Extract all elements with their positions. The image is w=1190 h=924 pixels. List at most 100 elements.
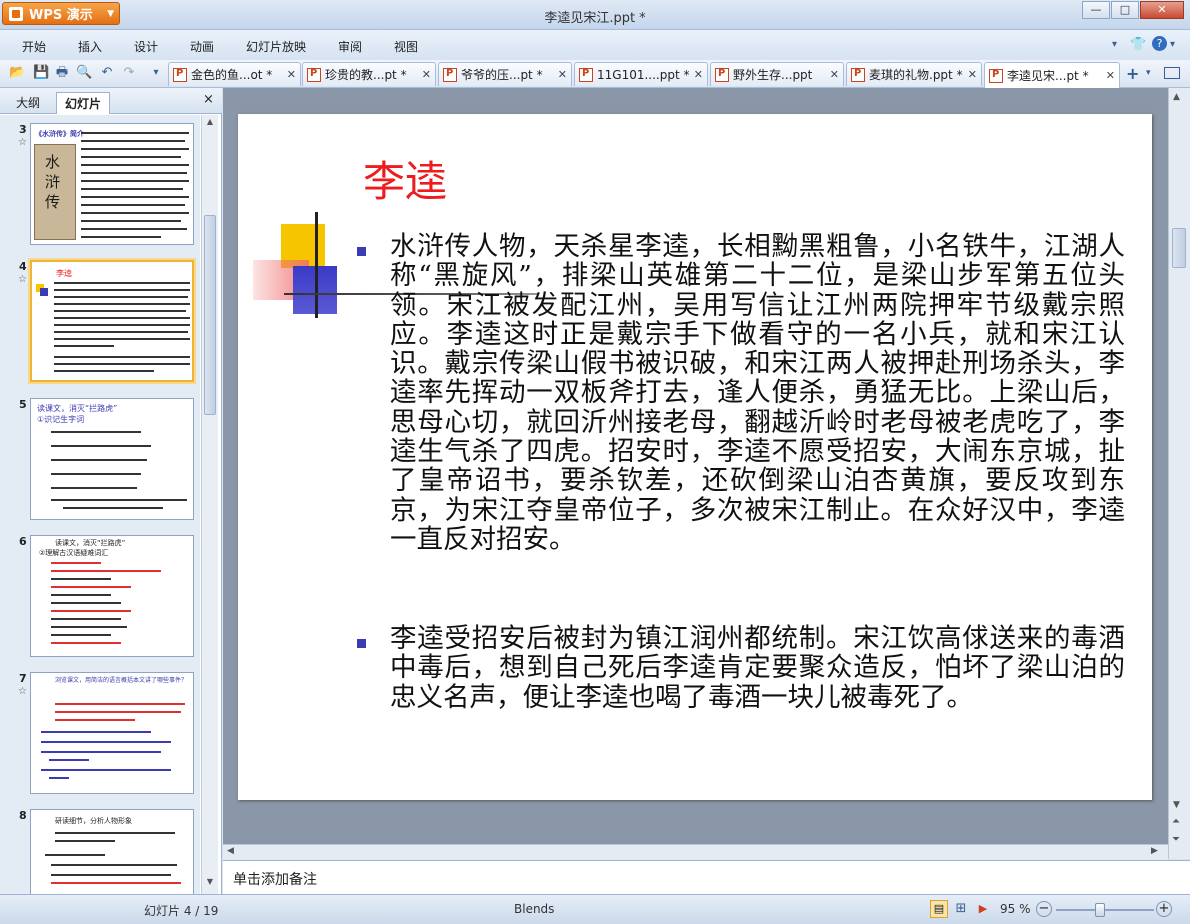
zoom-slider[interactable] [1056, 909, 1154, 911]
document-tab[interactable]: 麦琪的礼物.ppt * ✕ [846, 62, 982, 86]
close-icon[interactable]: ✕ [422, 68, 431, 81]
slideshow-icon[interactable]: ▶ [974, 900, 992, 918]
thumbnail-number: 5 [19, 398, 27, 411]
slide-thumbnail[interactable]: 浏览课文，用简洁的语言概括本文讲了哪些事件？ [30, 672, 194, 794]
document-tab[interactable]: 爷爷的压...pt * ✕ [438, 62, 572, 86]
slide-body-paragraph[interactable]: 李逵受招安后被封为镇江润州都统制。宋江饮高俅送来的毒酒中毒后，想到自己死后李逵肯… [390, 624, 1125, 712]
undo-icon[interactable]: ↶ [99, 65, 115, 81]
skin-icon[interactable]: 👕 [1130, 37, 1146, 52]
ribbon-collapse-icon[interactable]: ▾ [1112, 39, 1117, 50]
book-cover-text: 水浒传 [45, 153, 61, 211]
close-icon[interactable]: ✕ [287, 68, 296, 81]
slide-title[interactable]: 李逵 [363, 148, 447, 209]
window-layout-icon[interactable] [1164, 67, 1180, 79]
save-icon[interactable]: 💾 [33, 65, 49, 81]
tab-outline[interactable]: 大纲 [8, 92, 48, 114]
scrollbar-thumb[interactable] [1172, 228, 1186, 268]
scroll-up-icon[interactable]: ▲ [204, 117, 216, 129]
animation-star-icon: ☆ [18, 274, 27, 285]
theme-name: Blends [514, 902, 555, 916]
menu-animation[interactable]: 动画 [190, 38, 214, 55]
zoom-in-icon[interactable]: + [1156, 901, 1172, 917]
thumbnail-title: 研读细节，分析人物形象 [55, 817, 132, 825]
close-window-button[interactable]: ✕ [1140, 1, 1184, 19]
close-pane-icon[interactable]: × [203, 92, 214, 107]
scroll-right-icon[interactable]: ▶ [1151, 846, 1158, 856]
thumbnail-title: 读课文，消灭“拦路虎” [37, 404, 118, 413]
print-icon[interactable]: 🖶 [54, 65, 70, 81]
new-tab-icon[interactable]: + [1126, 64, 1139, 83]
thumbnail-number: 7 [19, 672, 27, 685]
document-tab[interactable]: 珍贵的教...pt * ✕ [302, 62, 436, 86]
next-slide-icon[interactable]: ⏷ [1172, 834, 1180, 845]
help-dropdown-icon[interactable]: ▾ [1170, 39, 1175, 50]
menu-home[interactable]: 开始 [22, 38, 46, 55]
scroll-up-icon[interactable]: ▲ [1173, 92, 1180, 102]
minimize-button[interactable]: — [1082, 1, 1110, 19]
slide-canvas[interactable]: 李逵 水浒传人物，天杀星李逵，长相黝黑粗鲁，小名铁牛，江湖人称“黑旋风”，排梁山… [238, 114, 1152, 800]
ppt-file-icon [715, 67, 729, 82]
slides-pane: 大纲 幻灯片 × 3 ☆ 水浒传 《水浒传》简介 4 ☆ 李逵 5 读课文，消灭… [0, 88, 222, 894]
horizontal-scrollbar[interactable]: ◀ ▶ [223, 844, 1168, 860]
slide-editor[interactable]: 李逵 水浒传人物，天杀星李逵，长相黝黑粗鲁，小名铁牛，江湖人称“黑旋风”，排梁山… [223, 88, 1168, 859]
vertical-scrollbar[interactable]: ▲ ▼ ⏶ ⏷ [1168, 88, 1190, 859]
slide-thumbnail[interactable]: 水浒传 《水浒传》简介 [30, 123, 194, 245]
slide-thumbnail[interactable]: 读课文，消灭“拦路虎” ①识记生字词 [30, 398, 194, 520]
slide-thumbnail-selected[interactable]: 李逵 [28, 258, 196, 384]
zoom-out-icon[interactable]: − [1036, 901, 1052, 917]
zoom-level: 95 % [1000, 902, 1031, 916]
close-icon[interactable]: ✕ [830, 68, 839, 81]
window-title: 李逵见宋江.ppt * [544, 11, 646, 26]
thumbnail-number: 4 [19, 260, 27, 273]
menu-slideshow[interactable]: 幻灯片放映 [246, 38, 306, 55]
help-icon[interactable]: ? [1152, 36, 1167, 51]
ppt-file-icon [307, 67, 321, 82]
close-icon[interactable]: ✕ [1106, 69, 1115, 82]
document-tab[interactable]: 金色的鱼...ot * ✕ [168, 62, 301, 86]
slide-thumbnail[interactable]: 研读细节，分析人物形象 [30, 809, 194, 894]
animation-star-icon: ☆ [18, 686, 27, 697]
menu-design[interactable]: 设计 [134, 38, 158, 55]
previous-slide-icon[interactable]: ⏶ [1172, 816, 1180, 827]
title-bar: WPS 演示 ▼ 李逵见宋江.ppt * — □ ✕ [0, 0, 1190, 30]
document-tab[interactable]: 11G101....ppt * ✕ [574, 62, 708, 86]
document-tab[interactable]: 野外生存...ppt ✕ [710, 62, 844, 86]
ppt-file-icon [579, 67, 593, 82]
normal-view-icon[interactable]: ▤ [930, 900, 948, 918]
scroll-down-icon[interactable]: ▼ [1173, 800, 1180, 810]
maximize-button[interactable]: □ [1111, 1, 1139, 19]
customize-toolbar-icon[interactable]: ▾ [148, 65, 164, 81]
notes-pane[interactable]: 单击添加备注 [223, 860, 1190, 894]
decor-vertical-line [315, 212, 318, 318]
thumbnail-title: 读课文，消灭“拦路虎” [55, 539, 126, 547]
menu-review[interactable]: 审阅 [338, 38, 362, 55]
menu-view[interactable]: 视图 [394, 38, 418, 55]
menu-insert[interactable]: 插入 [78, 38, 102, 55]
thumbnail-scrollbar[interactable]: ▲ ▼ [201, 115, 218, 894]
open-folder-icon[interactable]: 📂 [9, 65, 25, 81]
tab-slides[interactable]: 幻灯片 [56, 92, 111, 114]
scroll-down-icon[interactable]: ▼ [204, 877, 216, 889]
zoom-slider-thumb[interactable] [1095, 903, 1105, 917]
close-icon[interactable]: ✕ [968, 68, 977, 81]
bullet-icon [357, 639, 366, 648]
scroll-left-icon[interactable]: ◀ [227, 846, 234, 856]
slide-body-paragraph[interactable]: 水浒传人物，天杀星李逵，长相黝黑粗鲁，小名铁牛，江湖人称“黑旋风”，排梁山英雄第… [390, 232, 1125, 554]
close-icon[interactable]: ✕ [558, 68, 567, 81]
scrollbar-thumb[interactable] [204, 215, 216, 415]
thumbnail-title: 浏览课文，用简洁的语言概括本文讲了哪些事件？ [55, 677, 188, 684]
thumbnail-number: 8 [19, 809, 27, 822]
ppt-file-icon [173, 67, 187, 82]
redo-icon[interactable]: ↷ [121, 65, 137, 81]
document-tab-active[interactable]: 李逵见宋...pt * ✕ [984, 62, 1120, 88]
thumbnail-title: 《水浒传》简介 [35, 130, 84, 138]
print-preview-icon[interactable]: 🔍 [76, 65, 92, 81]
slide-sorter-icon[interactable]: ⊞ [952, 900, 970, 918]
status-bar: 幻灯片 4 / 19 Blends ▤ ⊞ ▶ 95 % − + [0, 894, 1190, 924]
pane-tabs: 大纲 幻灯片 × [0, 88, 222, 114]
tab-list-icon[interactable]: ▾ [1146, 68, 1151, 78]
thumbnail-subtitle: ①识记生字词 [37, 415, 85, 424]
ppt-file-icon [989, 68, 1003, 83]
slide-thumbnail[interactable]: 读课文，消灭“拦路虎” ②理解古汉语疑难词汇 [30, 535, 194, 657]
close-icon[interactable]: ✕ [694, 68, 703, 81]
